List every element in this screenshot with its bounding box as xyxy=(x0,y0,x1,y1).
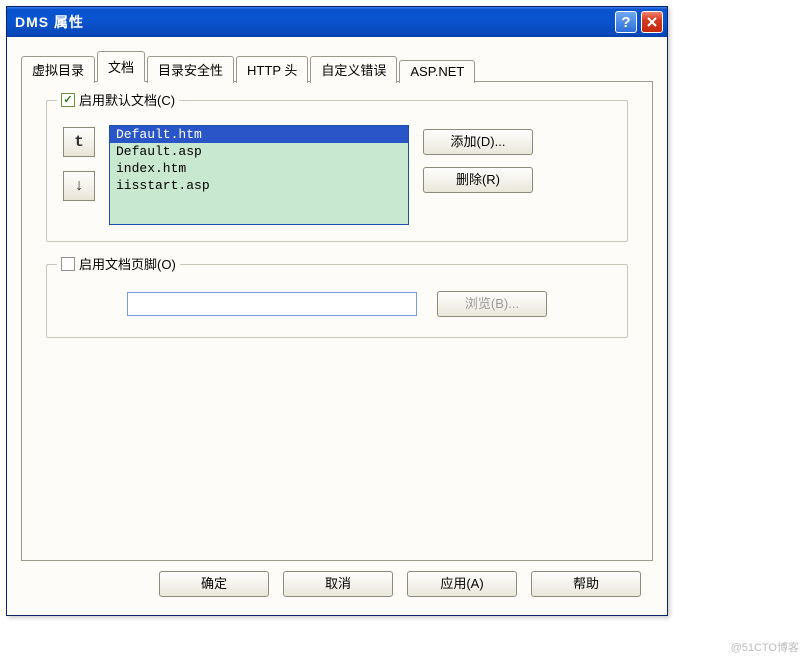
list-item[interactable]: Default.htm xyxy=(110,126,408,143)
client-area: 虚拟目录 文档 目录安全性 HTTP 头 自定义错误 ASP.NET ✓ 启用默… xyxy=(7,37,667,615)
tab-http-headers[interactable]: HTTP 头 xyxy=(236,56,308,83)
enable-footer-checkbox[interactable]: ✓ xyxy=(61,257,75,271)
dialog-button-row: 确定 取消 应用(A) 帮助 xyxy=(21,561,653,601)
enable-footer-label: 启用文档页脚(O) xyxy=(79,254,176,273)
apply-button[interactable]: 应用(A) xyxy=(407,571,517,597)
tab-panel-documents: ✓ 启用默认文档(C) t ↓ Default.htm Default.asp … xyxy=(21,81,653,561)
group-document-footer: ✓ 启用文档页脚(O) 浏览(B)... xyxy=(46,264,628,338)
close-icon xyxy=(647,17,657,27)
group-default-document: ✓ 启用默认文档(C) t ↓ Default.htm Default.asp … xyxy=(46,100,628,242)
browse-button[interactable]: 浏览(B)... xyxy=(437,291,547,317)
enable-default-doc-checkbox[interactable]: ✓ xyxy=(61,93,75,107)
help-button[interactable]: ? xyxy=(615,11,637,33)
list-action-buttons: 添加(D)... 删除(R) xyxy=(423,125,533,193)
reorder-buttons: t ↓ xyxy=(63,125,95,201)
enable-default-doc-label: 启用默认文档(C) xyxy=(79,90,175,109)
tab-asp-net[interactable]: ASP.NET xyxy=(399,60,475,83)
titlebar-buttons: ? xyxy=(615,11,663,33)
list-item[interactable]: index.htm xyxy=(110,160,408,177)
tab-documents[interactable]: 文档 xyxy=(97,51,145,82)
help-dialog-button[interactable]: 帮助 xyxy=(531,571,641,597)
properties-dialog: DMS 属性 ? 虚拟目录 文档 目录安全性 HTTP 头 自定义错误 ASP.… xyxy=(6,6,668,616)
footer-path-input[interactable] xyxy=(127,292,417,316)
footer-row: 浏览(B)... xyxy=(63,291,611,317)
group-footer-legend: ✓ 启用文档页脚(O) xyxy=(57,254,180,273)
default-docs-row: t ↓ Default.htm Default.asp index.htm ii… xyxy=(63,125,611,225)
move-up-button[interactable]: t xyxy=(63,127,95,157)
list-item[interactable]: Default.asp xyxy=(110,143,408,160)
list-item[interactable]: iisstart.asp xyxy=(110,177,408,194)
tab-virtual-directory[interactable]: 虚拟目录 xyxy=(21,56,95,83)
tab-directory-security[interactable]: 目录安全性 xyxy=(147,56,234,83)
default-documents-list[interactable]: Default.htm Default.asp index.htm iissta… xyxy=(109,125,409,225)
group-default-legend: ✓ 启用默认文档(C) xyxy=(57,90,179,109)
window-title: DMS 属性 xyxy=(15,12,615,32)
tab-custom-errors[interactable]: 自定义错误 xyxy=(310,56,397,83)
close-button[interactable] xyxy=(641,11,663,33)
titlebar[interactable]: DMS 属性 ? xyxy=(7,7,667,37)
cancel-button[interactable]: 取消 xyxy=(283,571,393,597)
tabstrip: 虚拟目录 文档 目录安全性 HTTP 头 自定义错误 ASP.NET xyxy=(21,51,653,82)
move-down-button[interactable]: ↓ xyxy=(63,171,95,201)
ok-button[interactable]: 确定 xyxy=(159,571,269,597)
remove-button[interactable]: 删除(R) xyxy=(423,167,533,193)
add-button[interactable]: 添加(D)... xyxy=(423,129,533,155)
